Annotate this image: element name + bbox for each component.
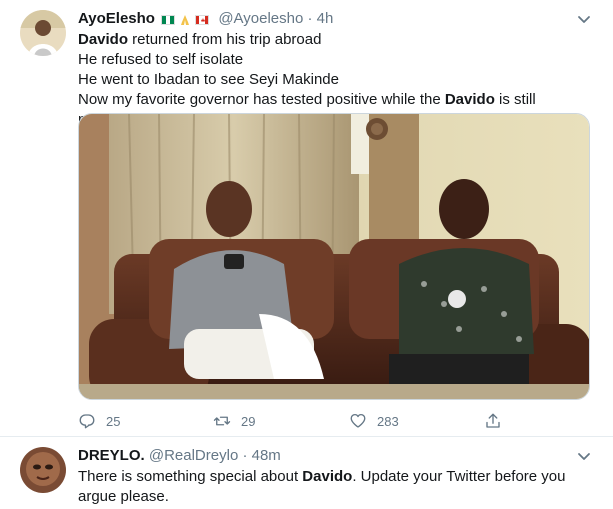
tweet-timestamp[interactable]: 48m (252, 447, 281, 464)
user-handle[interactable]: @Ayoelesho (218, 10, 303, 27)
display-name[interactable]: AyoElesho (78, 10, 155, 27)
avatar[interactable] (20, 10, 66, 56)
text-span: He went to Ibadan to see Seyi Makinde (78, 71, 339, 88)
tweet-feed: AyoElesho @Ayoelesho · 4h Davido returne… (0, 0, 613, 509)
tweet-timestamp[interactable]: 4h (317, 10, 334, 27)
tweet[interactable]: AyoElesho @Ayoelesho · 4h Davido returne… (0, 0, 613, 437)
tweet-text-line: He went to Ibadan to see Seyi Makinde (78, 70, 593, 90)
reply-count: 25 (106, 413, 121, 429)
tweet-actions: 25 29 283 (78, 410, 590, 432)
mention-text: Davido (78, 31, 129, 48)
retweet-button[interactable]: 29 (213, 410, 255, 432)
tweet-header: DREYLO. @RealDreylo · 48m (78, 446, 281, 466)
tweet-text-line: He refused to self isolate (78, 50, 593, 70)
share-icon (486, 413, 500, 428)
canada-flag-icon (195, 15, 210, 25)
retweet-count: 29 (241, 413, 256, 429)
tweet-text: There is something special about Davido.… (78, 467, 593, 507)
heart-icon (350, 413, 366, 428)
chevron-down-icon[interactable] (575, 447, 593, 465)
tweet[interactable]: DREYLO. @RealDreylo · 48m There is somet… (0, 437, 613, 509)
mention-text: Davido (444, 91, 495, 108)
separator-dot: · (307, 10, 313, 27)
tweet-text-line: Davido returned from his trip abroad (78, 30, 593, 50)
folded-hands-icon (178, 12, 192, 25)
like-button[interactable]: 283 (349, 410, 399, 432)
display-name[interactable]: DREYLO. (78, 447, 145, 464)
retweet-icon (213, 416, 231, 426)
reply-icon (79, 414, 95, 429)
separator-dot: · (242, 447, 248, 464)
nigeria-flag-icon (161, 15, 176, 25)
mention-text: Davido (302, 468, 353, 485)
chevron-down-icon[interactable] (575, 10, 593, 28)
share-button[interactable] (484, 410, 512, 432)
text-span: He refused to self isolate (78, 51, 244, 68)
reply-button[interactable]: 25 (78, 410, 120, 432)
text-span: There is something special about (78, 468, 303, 485)
tweet-photo[interactable] (78, 113, 590, 400)
text-span: Now my favorite governor has tested posi… (78, 91, 445, 108)
user-handle[interactable]: @RealDreylo (149, 447, 238, 464)
avatar[interactable] (20, 447, 66, 493)
name-emojis (161, 11, 212, 31)
text-span: returned from his trip abroad (128, 31, 322, 48)
like-count: 283 (377, 413, 399, 429)
tweet-header: AyoElesho @Ayoelesho · 4h (78, 9, 333, 31)
